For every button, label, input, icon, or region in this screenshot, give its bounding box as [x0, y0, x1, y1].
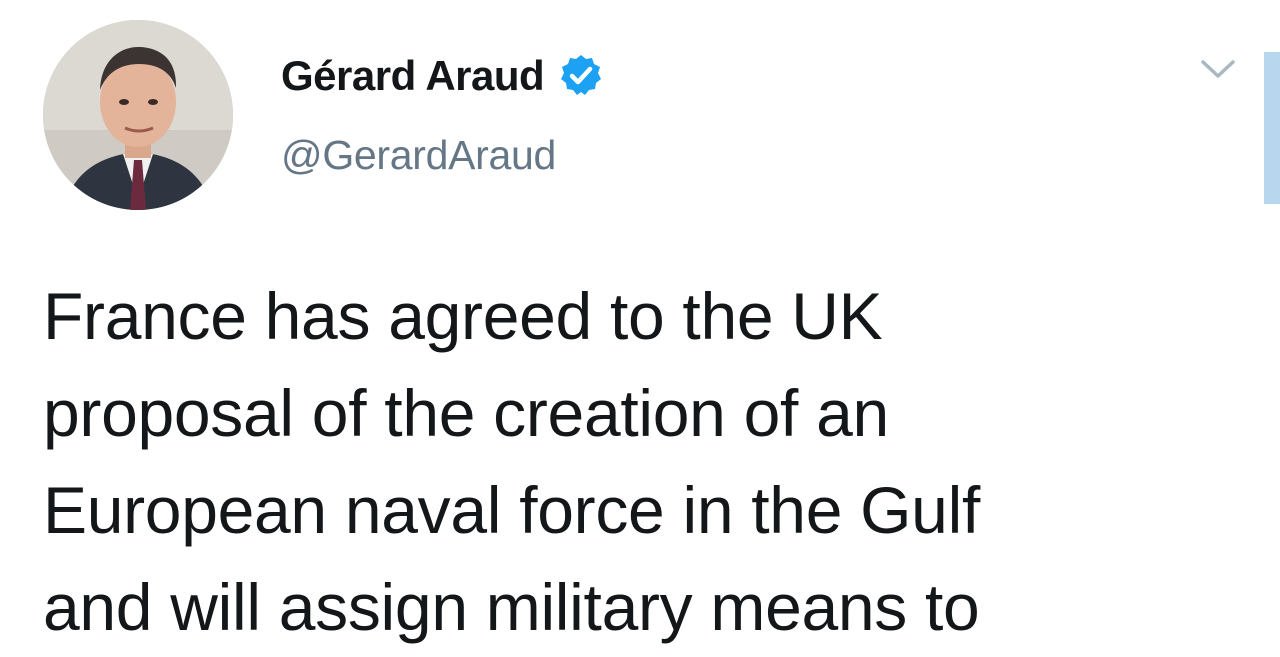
author-name-row: Gérard Araud: [281, 44, 604, 108]
scrollbar[interactable]: [1264, 52, 1280, 204]
more-options-button[interactable]: [1198, 52, 1238, 86]
avatar[interactable]: [43, 20, 233, 210]
profile-photo-icon: [43, 20, 233, 210]
tweet-text-line: European naval force in the Gulf: [43, 473, 980, 547]
tweet-text-line: proposal of the creation of an: [43, 376, 889, 450]
tweet-card: Gérard Araud @GerardAraud France has agr…: [0, 0, 1280, 657]
tweet-text-line: France has agreed to the UK: [43, 279, 883, 353]
chevron-down-icon: [1201, 60, 1235, 78]
author-handle[interactable]: @GerardAraud: [281, 132, 556, 179]
tweet-text-line: and will assign military means to: [43, 570, 980, 644]
tweet-text: France has agreed to the UK proposal of …: [43, 268, 1243, 656]
display-name[interactable]: Gérard Araud: [281, 52, 545, 100]
verified-badge-icon: [558, 53, 604, 99]
